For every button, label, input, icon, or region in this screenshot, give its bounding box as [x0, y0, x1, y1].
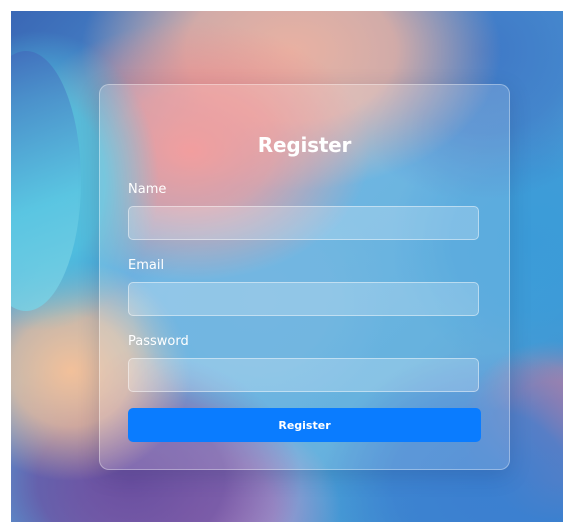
name-input[interactable] — [128, 206, 479, 240]
password-label: Password — [128, 334, 189, 349]
email-label: Email — [128, 258, 165, 273]
name-label: Name — [128, 182, 167, 197]
register-button[interactable]: Register — [128, 408, 481, 442]
register-form-card: Register Name Email Password Register — [99, 84, 510, 470]
password-input[interactable] — [128, 358, 479, 392]
page-background: Register Name Email Password Register — [11, 11, 563, 522]
email-input[interactable] — [128, 282, 479, 316]
form-title: Register — [257, 133, 352, 157]
